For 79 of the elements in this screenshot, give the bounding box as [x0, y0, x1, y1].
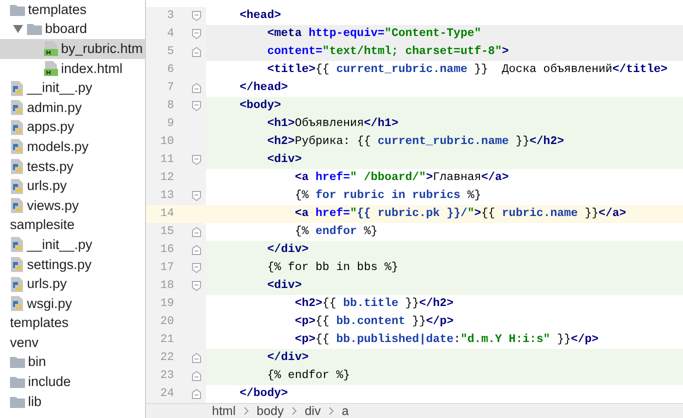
tree-item[interactable]: __init__.py — [0, 235, 145, 255]
code-line: <title>{{ current_rubric.name }} Доска объявлений</title> — [266, 62, 669, 78]
line-number: 17 — [159, 260, 174, 276]
line-number: 21 — [159, 332, 174, 348]
chevron-icon — [292, 407, 297, 415]
folder-icon — [10, 396, 25, 408]
line-number: 9 — [166, 116, 174, 132]
breadcrumb-item[interactable]: div — [304, 404, 321, 418]
line-number: 7 — [166, 80, 174, 96]
code-line: {% for rubric in rubrics %} — [294, 188, 482, 204]
python-file-icon — [10, 198, 24, 214]
tree-item[interactable]: urls.py — [0, 176, 145, 196]
line-number: 6 — [166, 62, 174, 78]
tree-item[interactable]: urls.py — [0, 274, 145, 294]
code-line: </head> — [238, 80, 289, 96]
line-number: 12 — [159, 170, 174, 186]
python-file-icon — [10, 178, 24, 194]
line-number: 24 — [159, 386, 174, 402]
python-file-icon — [10, 237, 24, 252]
python-file-icon — [10, 100, 24, 116]
tree-item[interactable]: bin — [0, 352, 145, 372]
line-number: 13 — [159, 188, 174, 204]
tree-item[interactable]: templates — [0, 0, 145, 20]
line-number: 19 — [159, 296, 174, 312]
folder-icon — [10, 4, 25, 16]
html-file-icon — [44, 41, 58, 56]
tree-item[interactable]: templates — [0, 314, 145, 334]
line-number: 22 — [159, 350, 174, 366]
python-file-icon — [10, 276, 24, 292]
python-file-icon — [10, 159, 24, 174]
line-number: 5 — [166, 44, 174, 60]
line-number: 3 — [166, 8, 174, 24]
tree-item[interactable]: apps.py — [0, 118, 145, 138]
folder-icon — [27, 23, 42, 36]
tree-item[interactable]: venv — [0, 333, 145, 353]
breadcrumb-item[interactable]: html — [212, 404, 236, 418]
tree-item[interactable]: samplesite — [0, 216, 145, 236]
code-line: <p>{{ bb.published|date:"d.m.Y H:i:s" }}</p> — [294, 332, 600, 348]
python-file-icon — [10, 120, 24, 135]
python-file-icon — [10, 80, 24, 96]
tree-item[interactable]: __init__.py — [0, 78, 145, 98]
tree-item[interactable]: bboard — [0, 20, 145, 40]
line-number: 4 — [166, 26, 174, 42]
breadcrumb-item[interactable]: body — [256, 404, 284, 418]
tree-item[interactable]: include — [0, 372, 145, 392]
code-line: <a href=" /bboard/">Главная</a> — [294, 170, 510, 186]
line-number: 15 — [159, 224, 174, 240]
line-number: 23 — [159, 368, 174, 384]
line-number: 18 — [159, 278, 174, 294]
chevron-icon — [244, 407, 249, 415]
tree-item[interactable]: models.py — [0, 137, 145, 157]
code-line: </body> — [238, 386, 289, 402]
tree-item[interactable]: tests.py — [0, 156, 145, 176]
line-number: 14 — [159, 206, 174, 222]
tree-item[interactable]: views.py — [0, 196, 145, 216]
python-file-icon — [10, 139, 24, 154]
chevron-icon — [328, 407, 334, 415]
breadcrumb-item[interactable]: a — [342, 404, 349, 418]
line-number: 10 — [159, 134, 174, 150]
tree-item[interactable]: wsgi.py — [0, 294, 145, 314]
tree-item[interactable]: index.html — [0, 58, 145, 78]
expand-arrow-icon — [13, 25, 23, 34]
code-line: <h2>{{ bb.title }}</h2> — [294, 296, 455, 312]
html-file-icon — [44, 61, 58, 76]
code-line: {% endfor %} — [294, 224, 379, 240]
line-number: 20 — [159, 314, 174, 330]
line-number: 8 — [166, 98, 174, 114]
tree-item[interactable]: admin.py — [0, 98, 145, 118]
line-number: 11 — [159, 152, 174, 168]
python-file-icon — [10, 296, 24, 312]
folder-icon — [10, 376, 25, 388]
tree-item[interactable]: by_rubric.htm — [0, 39, 145, 59]
code-line: <p>{{ bb.content }}</p> — [294, 314, 455, 330]
python-file-icon — [10, 257, 24, 272]
tree-item[interactable]: lib — [0, 392, 145, 412]
code-line: <head> — [238, 8, 282, 24]
folder-icon — [10, 356, 25, 368]
line-number: 16 — [159, 242, 174, 258]
tree-item[interactable]: settings.py — [0, 254, 145, 274]
